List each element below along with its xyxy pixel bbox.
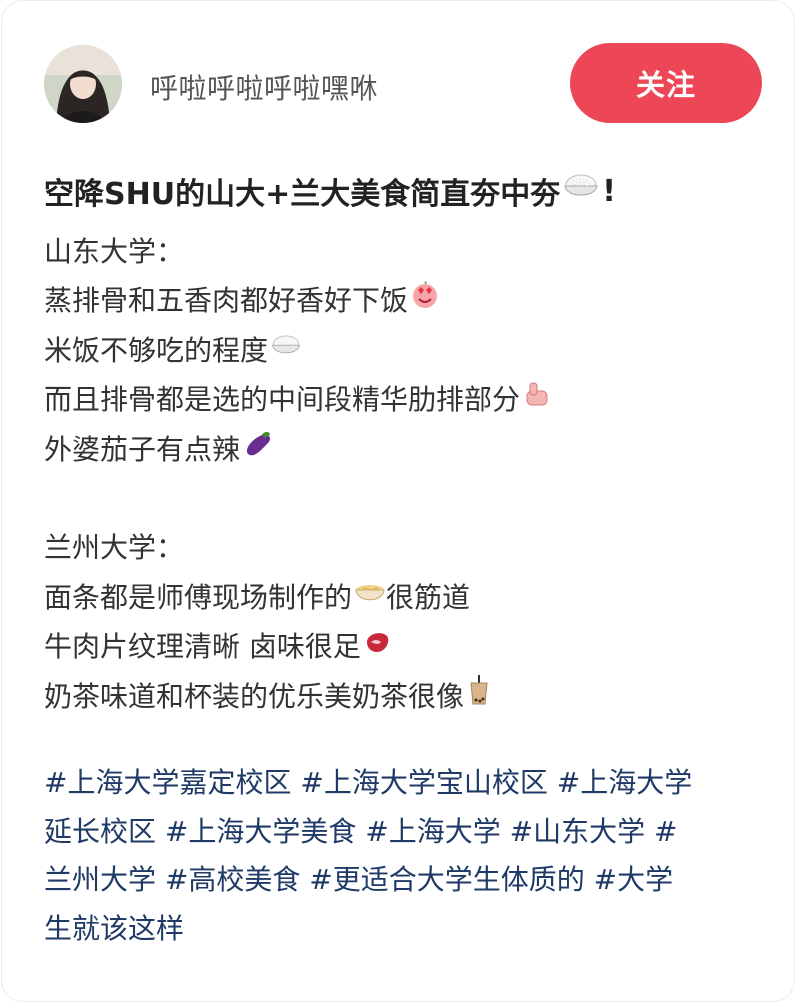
hashtag-link[interactable]: 兰州大学: [44, 863, 156, 896]
author-avatar[interactable]: [44, 45, 122, 123]
hashtag-link[interactable]: #上海大学嘉定校区: [44, 766, 291, 799]
hashtag-link[interactable]: #上海大学: [557, 766, 692, 799]
hashtag-link[interactable]: #上海大学美食: [165, 815, 356, 848]
content-line: 而且排骨都是选的中间段精华肋排部分: [44, 375, 764, 424]
hashtag-link[interactable]: #上海大学: [365, 815, 500, 848]
post-card: 呼啦呼啦呼啦嘿咻 关注 空降SHU的山大+兰大美食简直夯中夯 ! 山东大学： 蒸…: [1, 0, 795, 1002]
rice-bowl-icon: [562, 172, 600, 210]
content-line: 米饭不够吃的程度: [44, 326, 764, 375]
follow-button[interactable]: 关注: [570, 43, 762, 123]
post-title-end: !: [602, 173, 616, 209]
hashtag-line: 延长校区 #上海大学美食 #上海大学 #山东大学 #: [44, 808, 764, 857]
post-title: 空降SHU的山大+兰大美食简直夯中夯 !: [44, 169, 764, 213]
heart-eyes-face-icon: [410, 276, 440, 325]
hashtag-link[interactable]: #高校美食: [165, 863, 300, 896]
post-title-text: 空降SHU的山大+兰大美食简直夯中夯: [44, 177, 561, 212]
post-content: 山东大学： 蒸排骨和五香肉都好香好下饭 米饭不够吃的程度 而且排骨都是选的中间段…: [44, 227, 764, 721]
bubble-tea-icon: [466, 672, 492, 721]
noodle-bowl-icon: [354, 573, 386, 622]
eggplant-icon: [242, 425, 274, 474]
hashtag-line: 生就该这样: [44, 905, 764, 954]
avatar-photo-icon: [44, 45, 122, 123]
hashtag-link[interactable]: 生就该这样: [44, 912, 184, 945]
content-line: 牛肉片纹理清晰 卤味很足: [44, 622, 764, 671]
meat-icon: [363, 622, 393, 671]
hashtag-line: #上海大学嘉定校区 #上海大学宝山校区 #上海大学: [44, 759, 764, 808]
post-header: 呼啦呼啦呼啦嘿咻 关注: [44, 43, 762, 123]
thumbs-up-icon: [522, 375, 552, 424]
hashtag-link[interactable]: #更适合大学生体质的: [309, 863, 584, 896]
rice-bowl-icon: [270, 326, 302, 375]
hashtag-block: #上海大学嘉定校区 #上海大学宝山校区 #上海大学 延长校区 #上海大学美食 #…: [44, 759, 764, 953]
author-name[interactable]: 呼啦呼啦呼啦嘿咻: [150, 67, 378, 107]
content-line-blank: [44, 474, 764, 523]
content-line: 外婆茄子有点辣: [44, 425, 764, 474]
hashtag-line: 兰州大学 #高校美食 #更适合大学生体质的 #大学: [44, 856, 764, 905]
content-line: 山东大学：: [44, 235, 185, 268]
content-line: 兰州大学：: [44, 531, 185, 565]
hashtag-link[interactable]: #: [654, 815, 677, 848]
hashtag-link[interactable]: #山东大学: [510, 815, 645, 848]
hashtag-link[interactable]: #大学: [594, 863, 673, 896]
hashtag-link[interactable]: #上海大学宝山校区: [300, 766, 547, 799]
content-line: 蒸排骨和五香肉都好香好下饭: [44, 276, 764, 325]
content-line: 面条都是师傅现场制作的 很筋道: [44, 573, 764, 622]
hashtag-link[interactable]: 延长校区: [44, 815, 156, 848]
content-line: 奶茶味道和杯装的优乐美奶茶很像: [44, 672, 764, 721]
